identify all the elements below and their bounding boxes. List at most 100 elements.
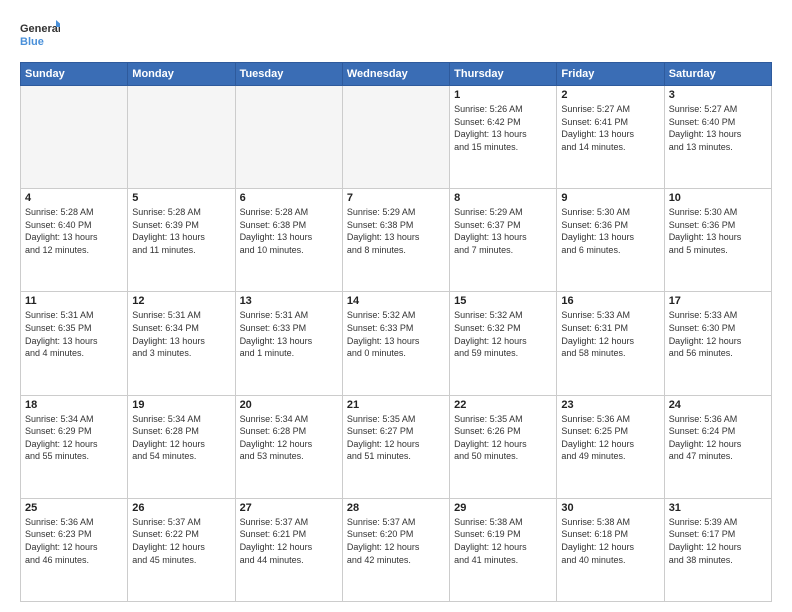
day-number: 29	[454, 502, 552, 514]
day-number: 8	[454, 192, 552, 204]
day-number: 17	[669, 295, 767, 307]
weekday-header-friday: Friday	[557, 63, 664, 86]
day-info: Sunrise: 5:34 AM Sunset: 6:28 PM Dayligh…	[240, 413, 338, 463]
weekday-header-monday: Monday	[128, 63, 235, 86]
day-info: Sunrise: 5:36 AM Sunset: 6:25 PM Dayligh…	[561, 413, 659, 463]
day-number: 18	[25, 399, 123, 411]
calendar-cell: 8 Sunrise: 5:29 AM Sunset: 6:37 PM Daylig…	[450, 189, 557, 292]
day-number: 1	[454, 89, 552, 101]
calendar-cell: 21 Sunrise: 5:35 AM Sunset: 6:27 PM Dayli…	[342, 395, 449, 498]
day-number: 11	[25, 295, 123, 307]
day-number: 25	[25, 502, 123, 514]
week-row-4: 25 Sunrise: 5:36 AM Sunset: 6:23 PM Dayli…	[21, 498, 772, 601]
day-info: Sunrise: 5:31 AM Sunset: 6:35 PM Dayligh…	[25, 309, 123, 359]
day-number: 12	[132, 295, 230, 307]
calendar-header: SundayMondayTuesdayWednesdayThursdayFrid…	[21, 63, 772, 86]
week-row-1: 4 Sunrise: 5:28 AM Sunset: 6:40 PM Daylig…	[21, 189, 772, 292]
day-number: 6	[240, 192, 338, 204]
calendar-body: 1Sunrise: 5:26 AM Sunset: 6:42 PM Daylig…	[21, 86, 772, 602]
calendar-cell: 3 Sunrise: 5:27 AM Sunset: 6:40 PM Daylig…	[664, 86, 771, 189]
day-info: Sunrise: 5:31 AM Sunset: 6:33 PM Dayligh…	[240, 309, 338, 359]
weekday-header-tuesday: Tuesday	[235, 63, 342, 86]
calendar-table: SundayMondayTuesdayWednesdayThursdayFrid…	[20, 62, 772, 602]
day-info: Sunrise: 5:29 AM Sunset: 6:38 PM Dayligh…	[347, 206, 445, 256]
day-info: Sunrise: 5:30 AM Sunset: 6:36 PM Dayligh…	[561, 206, 659, 256]
day-number: 30	[561, 502, 659, 514]
week-row-2: 11 Sunrise: 5:31 AM Sunset: 6:35 PM Dayli…	[21, 292, 772, 395]
day-number: 21	[347, 399, 445, 411]
svg-text:Blue: Blue	[20, 36, 44, 48]
day-info: Sunrise: 5:27 AM Sunset: 6:40 PM Dayligh…	[669, 103, 767, 153]
day-number: 14	[347, 295, 445, 307]
calendar-cell: 11 Sunrise: 5:31 AM Sunset: 6:35 PM Dayli…	[21, 292, 128, 395]
day-info: Sunrise: 5:39 AM Sunset: 6:17 PM Dayligh…	[669, 516, 767, 566]
day-info: Sunrise: 5:34 AM Sunset: 6:29 PM Dayligh…	[25, 413, 123, 463]
day-info: Sunrise: 5:38 AM Sunset: 6:18 PM Dayligh…	[561, 516, 659, 566]
calendar-cell	[21, 86, 128, 189]
day-info: Sunrise: 5:34 AM Sunset: 6:28 PM Dayligh…	[132, 413, 230, 463]
day-number: 28	[347, 502, 445, 514]
day-info: Sunrise: 5:36 AM Sunset: 6:24 PM Dayligh…	[669, 413, 767, 463]
weekday-header-saturday: Saturday	[664, 63, 771, 86]
day-number: 10	[669, 192, 767, 204]
calendar-cell: 7 Sunrise: 5:29 AM Sunset: 6:38 PM Daylig…	[342, 189, 449, 292]
calendar-cell: 19 Sunrise: 5:34 AM Sunset: 6:28 PM Dayli…	[128, 395, 235, 498]
day-info: Sunrise: 5:38 AM Sunset: 6:19 PM Dayligh…	[454, 516, 552, 566]
day-info: Sunrise: 5:35 AM Sunset: 6:27 PM Dayligh…	[347, 413, 445, 463]
day-number: 2	[561, 89, 659, 101]
week-row-3: 18 Sunrise: 5:34 AM Sunset: 6:29 PM Dayli…	[21, 395, 772, 498]
day-number: 27	[240, 502, 338, 514]
calendar-cell: 4 Sunrise: 5:28 AM Sunset: 6:40 PM Daylig…	[21, 189, 128, 292]
day-number: 7	[347, 192, 445, 204]
week-row-0: 1Sunrise: 5:26 AM Sunset: 6:42 PM Daylig…	[21, 86, 772, 189]
weekday-row: SundayMondayTuesdayWednesdayThursdayFrid…	[21, 63, 772, 86]
logo-svg: General Blue	[20, 18, 60, 54]
day-number: 19	[132, 399, 230, 411]
day-number: 5	[132, 192, 230, 204]
calendar-cell: 29 Sunrise: 5:38 AM Sunset: 6:19 PM Dayli…	[450, 498, 557, 601]
day-number: 31	[669, 502, 767, 514]
weekday-header-thursday: Thursday	[450, 63, 557, 86]
day-info: Sunrise: 5:29 AM Sunset: 6:37 PM Dayligh…	[454, 206, 552, 256]
day-info: Sunrise: 5:33 AM Sunset: 6:31 PM Dayligh…	[561, 309, 659, 359]
calendar-cell: 23 Sunrise: 5:36 AM Sunset: 6:25 PM Dayli…	[557, 395, 664, 498]
day-number: 16	[561, 295, 659, 307]
day-number: 23	[561, 399, 659, 411]
day-info: Sunrise: 5:28 AM Sunset: 6:38 PM Dayligh…	[240, 206, 338, 256]
page: General Blue SundayMondayTuesdayWednesda…	[0, 0, 792, 612]
weekday-header-sunday: Sunday	[21, 63, 128, 86]
calendar-cell: 24Sunrise: 5:36 AM Sunset: 6:24 PM Dayli…	[664, 395, 771, 498]
logo: General Blue	[20, 18, 60, 54]
calendar-cell: 9 Sunrise: 5:30 AM Sunset: 6:36 PM Daylig…	[557, 189, 664, 292]
header: General Blue	[20, 18, 772, 54]
day-info: Sunrise: 5:30 AM Sunset: 6:36 PM Dayligh…	[669, 206, 767, 256]
calendar-cell: 18 Sunrise: 5:34 AM Sunset: 6:29 PM Dayli…	[21, 395, 128, 498]
day-info: Sunrise: 5:28 AM Sunset: 6:40 PM Dayligh…	[25, 206, 123, 256]
calendar-cell: 2Sunrise: 5:27 AM Sunset: 6:41 PM Daylig…	[557, 86, 664, 189]
calendar-cell: 13Sunrise: 5:31 AM Sunset: 6:33 PM Dayli…	[235, 292, 342, 395]
calendar-cell: 26 Sunrise: 5:37 AM Sunset: 6:22 PM Dayli…	[128, 498, 235, 601]
calendar-cell: 25 Sunrise: 5:36 AM Sunset: 6:23 PM Dayli…	[21, 498, 128, 601]
day-info: Sunrise: 5:36 AM Sunset: 6:23 PM Dayligh…	[25, 516, 123, 566]
day-info: Sunrise: 5:37 AM Sunset: 6:22 PM Dayligh…	[132, 516, 230, 566]
calendar-cell: 22Sunrise: 5:35 AM Sunset: 6:26 PM Dayli…	[450, 395, 557, 498]
calendar-cell: 28 Sunrise: 5:37 AM Sunset: 6:20 PM Dayli…	[342, 498, 449, 601]
calendar-cell: 30 Sunrise: 5:38 AM Sunset: 6:18 PM Dayli…	[557, 498, 664, 601]
day-number: 3	[669, 89, 767, 101]
svg-text:General: General	[20, 23, 60, 35]
day-info: Sunrise: 5:33 AM Sunset: 6:30 PM Dayligh…	[669, 309, 767, 359]
day-number: 4	[25, 192, 123, 204]
day-number: 26	[132, 502, 230, 514]
day-info: Sunrise: 5:37 AM Sunset: 6:20 PM Dayligh…	[347, 516, 445, 566]
calendar-cell: 14Sunrise: 5:32 AM Sunset: 6:33 PM Dayli…	[342, 292, 449, 395]
day-info: Sunrise: 5:37 AM Sunset: 6:21 PM Dayligh…	[240, 516, 338, 566]
calendar-cell: 27 Sunrise: 5:37 AM Sunset: 6:21 PM Dayli…	[235, 498, 342, 601]
day-number: 20	[240, 399, 338, 411]
calendar-cell	[235, 86, 342, 189]
day-info: Sunrise: 5:31 AM Sunset: 6:34 PM Dayligh…	[132, 309, 230, 359]
calendar-cell: 17 Sunrise: 5:33 AM Sunset: 6:30 PM Dayli…	[664, 292, 771, 395]
day-info: Sunrise: 5:32 AM Sunset: 6:32 PM Dayligh…	[454, 309, 552, 359]
calendar-cell: 6 Sunrise: 5:28 AM Sunset: 6:38 PM Daylig…	[235, 189, 342, 292]
calendar-cell: 10 Sunrise: 5:30 AM Sunset: 6:36 PM Dayli…	[664, 189, 771, 292]
day-number: 9	[561, 192, 659, 204]
